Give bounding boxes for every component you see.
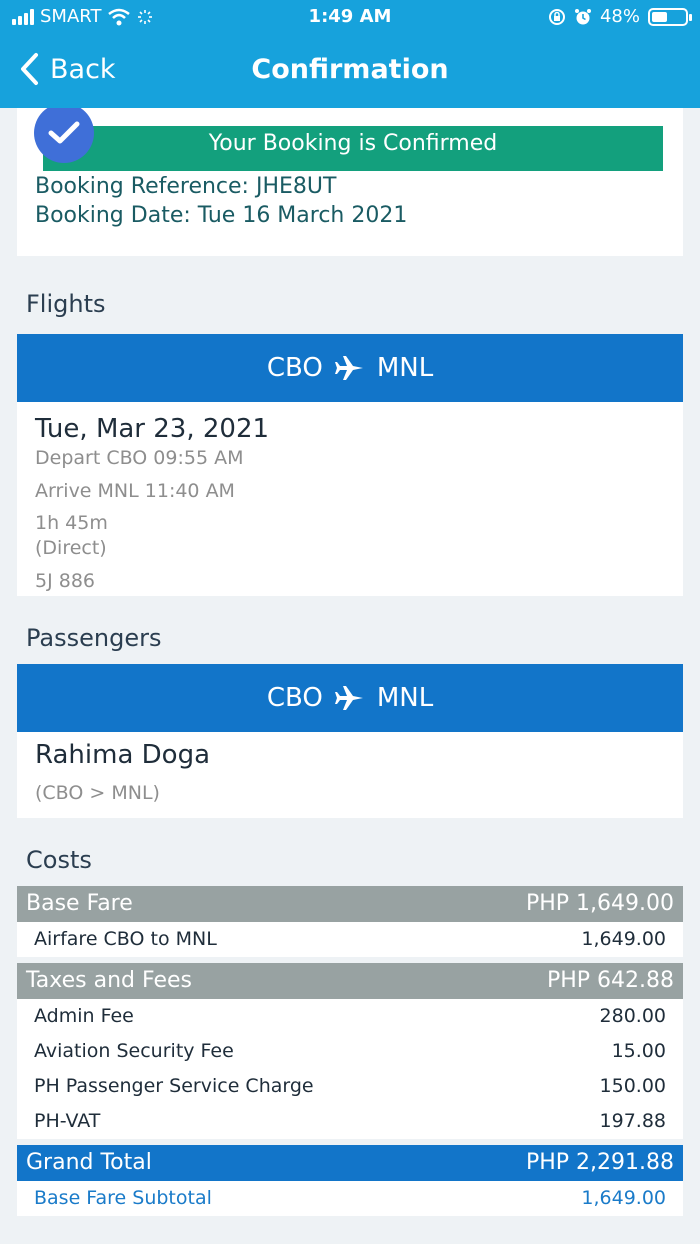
route-origin: CBO — [266, 353, 323, 383]
flight-details-card: Tue, Mar 23, 2021 Depart CBO 09:55 AM Ar… — [17, 402, 683, 596]
flight-number: 5J 886 — [35, 570, 95, 592]
flight-duration: 1h 45m — [35, 512, 108, 534]
fee-amount: 150.00 — [599, 1075, 666, 1097]
flights-heading: Flights — [26, 290, 106, 318]
taxes-amount: PHP 642.88 — [546, 968, 674, 993]
flight-date: Tue, Mar 23, 2021 — [35, 414, 270, 444]
fee-label: Aviation Security Fee — [34, 1040, 234, 1062]
fee-row: Aviation Security Fee 15.00 — [17, 1034, 683, 1069]
app-header: SMART 1:49 AM 48% Back Confirmation — [0, 0, 700, 108]
subtotal-amount: 1,649.00 — [581, 1187, 666, 1209]
back-button[interactable]: Back — [18, 52, 116, 86]
fee-row: PH Passenger Service Charge 150.00 — [17, 1069, 683, 1104]
fee-row: PH-VAT 197.88 — [17, 1104, 683, 1139]
passenger-route-bar: CBO MNL — [17, 664, 683, 732]
base-fare-label: Base Fare — [26, 891, 133, 916]
battery-level — [652, 11, 668, 22]
arrive-info: Arrive MNL 11:40 AM — [35, 480, 235, 502]
fee-row: Admin Fee 280.00 — [17, 999, 683, 1034]
costs-heading: Costs — [26, 846, 92, 874]
flight-stops: (Direct) — [35, 537, 107, 559]
airfare-label: Airfare CBO to MNL — [34, 928, 217, 950]
navigation-bar: Back Confirmation — [0, 36, 700, 108]
fee-amount: 197.88 — [599, 1110, 666, 1132]
route-origin: CBO — [266, 683, 323, 713]
passenger-name: Rahima Doga — [35, 740, 211, 770]
taxes-header: Taxes and Fees PHP 642.88 — [17, 963, 683, 999]
booking-confirmation-card: Your Booking is Confirmed Booking Refere… — [17, 108, 683, 256]
fee-amount: 15.00 — [611, 1040, 666, 1062]
base-fare-amount: PHP 1,649.00 — [525, 891, 674, 916]
fee-label: PH Passenger Service Charge — [34, 1075, 314, 1097]
flight-route-bar: CBO MNL — [17, 334, 683, 402]
status-bar: SMART 1:49 AM 48% — [0, 0, 700, 36]
airplane-icon — [334, 686, 363, 710]
passengers-heading: Passengers — [26, 624, 162, 652]
battery-percent: 48% — [599, 6, 640, 27]
taxes-label: Taxes and Fees — [26, 968, 192, 993]
route-destination: MNL — [376, 353, 434, 383]
base-fare-header: Base Fare PHP 1,649.00 — [17, 886, 683, 922]
fee-label: Admin Fee — [34, 1005, 134, 1027]
subtotal-row: Base Fare Subtotal 1,649.00 — [17, 1181, 683, 1216]
route-destination: MNL — [376, 683, 434, 713]
fee-amount: 280.00 — [599, 1005, 666, 1027]
booking-date: Booking Date: Tue 16 March 2021 — [35, 203, 408, 228]
status-right: 48% — [548, 6, 692, 27]
confirmed-banner: Your Booking is Confirmed — [43, 126, 663, 171]
passenger-route: (CBO > MNL) — [35, 782, 160, 804]
grand-total-header: Grand Total PHP 2,291.88 — [17, 1145, 683, 1181]
passenger-card: Rahima Doga (CBO > MNL) — [17, 732, 683, 818]
airfare-amount: 1,649.00 — [581, 928, 666, 950]
grand-total-label: Grand Total — [26, 1150, 152, 1175]
airplane-icon — [334, 356, 363, 380]
rotation-lock-icon — [548, 8, 565, 25]
airfare-row: Airfare CBO to MNL 1,649.00 — [17, 922, 683, 957]
alarm-icon — [574, 8, 591, 24]
grand-total-amount: PHP 2,291.88 — [525, 1150, 674, 1175]
chevron-left-icon — [21, 53, 38, 85]
fee-label: PH-VAT — [34, 1110, 101, 1132]
back-label: Back — [50, 53, 116, 85]
booking-reference: Booking Reference: JHE8UT — [35, 174, 337, 199]
battery-icon — [648, 7, 692, 26]
depart-info: Depart CBO 09:55 AM — [35, 447, 244, 469]
subtotal-label: Base Fare Subtotal — [34, 1187, 212, 1209]
